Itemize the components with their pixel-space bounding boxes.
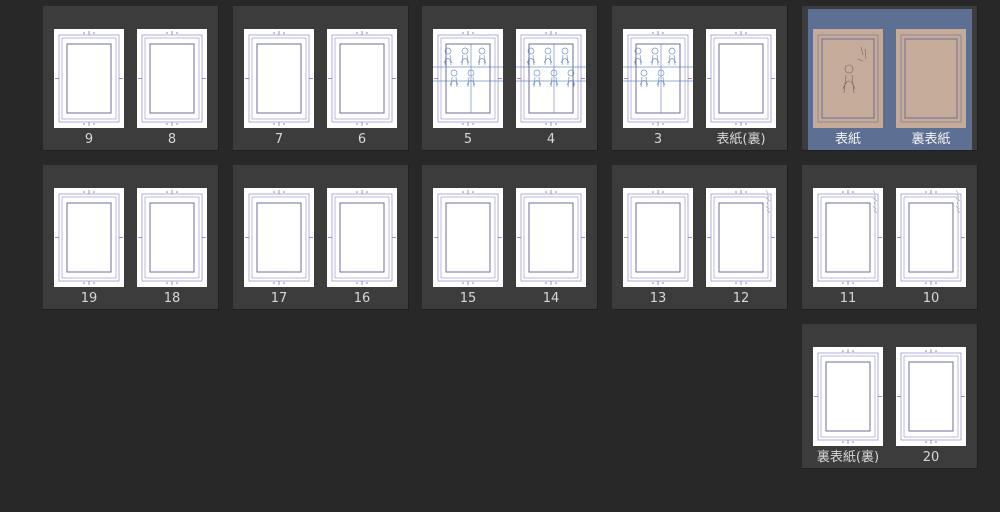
- page-number-label: 表紙(裏): [716, 132, 766, 147]
- page-thumbnail[interactable]: [327, 29, 397, 128]
- page-preview: [516, 31, 586, 126]
- page-preview: [55, 31, 123, 126]
- page-thumbnail[interactable]: [813, 29, 883, 128]
- page-number-label: 12: [732, 291, 750, 306]
- page-preview: [707, 189, 775, 285]
- page-number-label: 14: [542, 291, 560, 306]
- page-number-label: 20: [922, 450, 940, 465]
- page-thumbnail[interactable]: [623, 29, 693, 128]
- page-number-label: 15: [459, 291, 477, 306]
- page-thumbnail[interactable]: [896, 29, 966, 128]
- page-preview: [624, 190, 692, 285]
- page-number-label: 6: [357, 132, 367, 147]
- page-number-label: 16: [353, 291, 371, 306]
- page-number-label: 17: [270, 291, 288, 306]
- page-number-label: 裏表紙(裏): [816, 450, 880, 465]
- page-preview: [814, 189, 882, 285]
- page-thumbnail[interactable]: [706, 188, 776, 287]
- page-preview: [138, 31, 206, 126]
- page-spread[interactable]: 3 表紙(裏): [612, 6, 788, 151]
- page-thumbnail[interactable]: [896, 188, 966, 287]
- page-preview: [623, 31, 693, 126]
- page-preview: [328, 31, 396, 126]
- page-spread[interactable]: 76: [233, 6, 409, 151]
- page-number-label: 3: [653, 132, 663, 147]
- page-spread[interactable]: 54: [422, 6, 598, 151]
- page-thumbnail[interactable]: [137, 188, 207, 287]
- page-thumbnail[interactable]: [244, 29, 314, 128]
- page-number-label: 13: [649, 291, 667, 306]
- page-preview: [897, 349, 965, 444]
- page-thumbnail[interactable]: [623, 188, 693, 287]
- page-thumbnail[interactable]: [516, 188, 586, 287]
- page-number-label: 11: [839, 291, 857, 306]
- page-preview: [517, 190, 585, 285]
- page-spread[interactable]: 98: [43, 6, 219, 151]
- page-number-label: 4: [546, 132, 556, 147]
- page-preview: [245, 190, 313, 285]
- page-manager-grid: 9 8 7 6 5 4 3 表紙(裏) 表紙 裏表紙 19 18 17 16 15 14 13 12 11 10 裏表紙…: [0, 0, 1000, 512]
- page-preview: [707, 31, 775, 126]
- page-number-label: 7: [274, 132, 284, 147]
- page-spread[interactable]: 19 18: [43, 165, 219, 310]
- page-number-label: 18: [163, 291, 181, 306]
- page-thumbnail[interactable]: [54, 29, 124, 128]
- page-preview: [814, 349, 882, 444]
- page-thumbnail[interactable]: [54, 188, 124, 287]
- page-spread[interactable]: 13 12: [612, 165, 788, 310]
- page-spread[interactable]: 15 14: [422, 165, 598, 310]
- page-thumbnail[interactable]: [516, 29, 586, 128]
- page-preview: [433, 31, 503, 126]
- page-thumbnail[interactable]: [896, 347, 966, 446]
- page-spread[interactable]: 11 10: [802, 165, 978, 310]
- page-spread[interactable]: 裏表紙(裏) 20: [802, 324, 978, 469]
- page-preview: [328, 190, 396, 285]
- page-thumbnail[interactable]: [706, 29, 776, 128]
- page-number-label: 5: [463, 132, 473, 147]
- page-number-label: 9: [84, 132, 94, 147]
- page-thumbnail[interactable]: [433, 188, 503, 287]
- page-preview: [138, 190, 206, 285]
- page-spread[interactable]: 17 16: [233, 165, 409, 310]
- page-thumbnail[interactable]: [813, 347, 883, 446]
- page-thumbnail[interactable]: [813, 188, 883, 287]
- page-number-label: 8: [167, 132, 177, 147]
- page-number-label: 19: [80, 291, 98, 306]
- page-preview: [896, 29, 966, 128]
- page-preview: [813, 29, 883, 128]
- page-thumbnail[interactable]: [327, 188, 397, 287]
- page-number-label: 10: [922, 291, 940, 306]
- page-number-label: 表紙: [834, 132, 861, 147]
- page-thumbnail[interactable]: [433, 29, 503, 128]
- page-thumbnail[interactable]: [244, 188, 314, 287]
- page-preview: [897, 189, 965, 285]
- page-thumbnail[interactable]: [137, 29, 207, 128]
- page-number-label: 裏表紙: [911, 132, 951, 147]
- page-spread[interactable]: 表紙 裏表紙: [802, 6, 978, 151]
- page-preview: [245, 31, 313, 126]
- page-preview: [55, 190, 123, 285]
- page-preview: [434, 190, 502, 285]
